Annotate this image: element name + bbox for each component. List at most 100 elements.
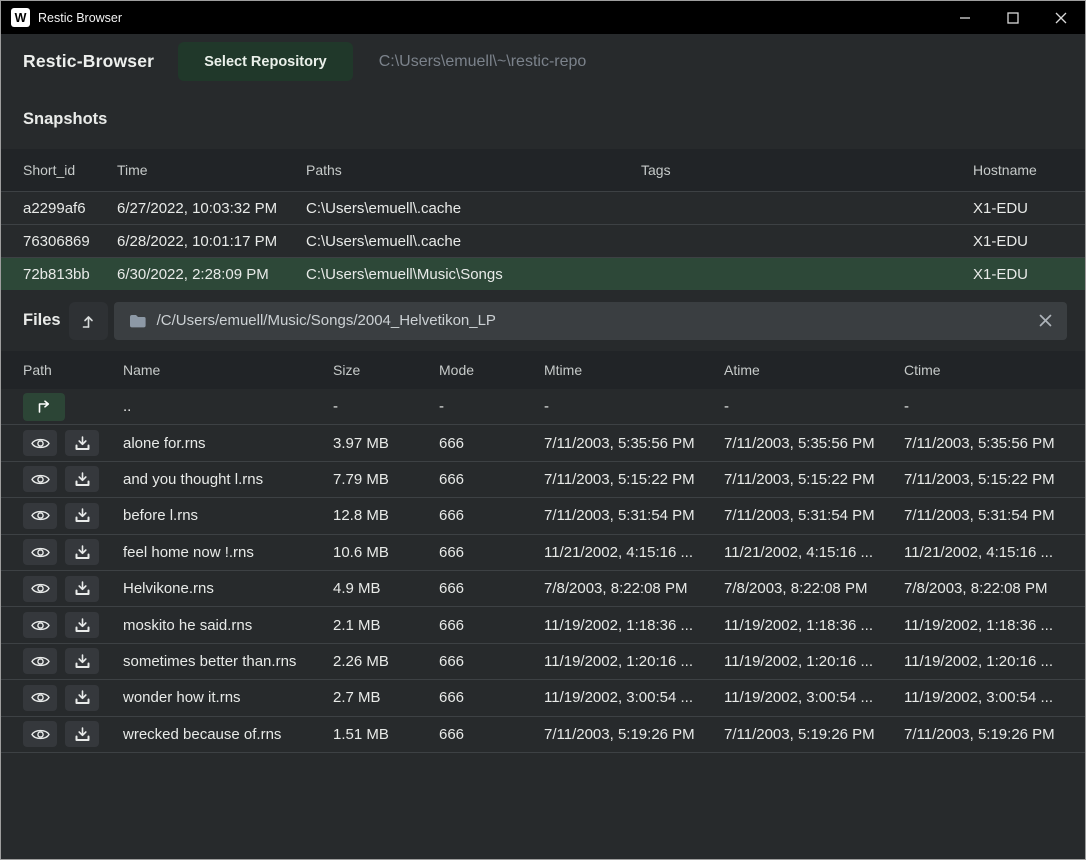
eye-icon [31,691,50,704]
maximize-button[interactable] [989,1,1037,34]
file-mode: 666 [439,726,544,743]
snapshot-row[interactable]: 76306869 6/28/2022, 10:01:17 PM C:\Users… [1,224,1085,257]
preview-button[interactable] [23,503,57,529]
eye-icon [31,546,50,559]
snapshot-row[interactable]: a2299af6 6/27/2022, 10:03:32 PM C:\Users… [1,191,1085,224]
file-mode: - [439,398,544,415]
snapshot-row-selected[interactable]: 72b813bb 6/30/2022, 2:28:09 PM C:\Users\… [1,257,1085,290]
app-logo-icon: W [11,8,30,27]
file-mode: 666 [439,689,544,706]
parent-dir-row[interactable]: .. - - - - - [1,389,1085,425]
current-path-value: /C/Users/emuell/Music/Songs/2004_Helveti… [157,312,496,329]
file-ctime: 11/19/2002, 3:00:54 ... [904,689,1067,706]
snapshot-short-id: 76306869 [23,233,117,250]
file-mtime: 7/11/2003, 5:31:54 PM [544,507,724,524]
download-button[interactable] [65,576,99,602]
file-mode: 666 [439,580,544,597]
column-header-atime: Atime [724,362,904,378]
folder-icon [129,314,146,328]
file-name: alone for.rns [123,435,333,452]
file-name: sometimes better than.rns [123,653,333,670]
download-button[interactable] [65,430,99,456]
file-size: 2.26 MB [333,653,439,670]
minimize-button[interactable] [941,1,989,34]
file-size: 2.1 MB [333,617,439,634]
preview-button[interactable] [23,721,57,747]
file-ctime: - [904,398,1067,415]
table-row[interactable]: feel home now !.rns 10.6 MB 666 11/21/20… [1,535,1085,571]
parent-dir-actions [23,393,123,421]
preview-button[interactable] [23,648,57,674]
preview-button[interactable] [23,466,57,492]
download-icon [75,545,90,560]
eye-icon [31,728,50,741]
table-row[interactable]: Helvikone.rns 4.9 MB 666 7/8/2003, 8:22:… [1,571,1085,607]
file-actions [23,648,123,674]
snapshot-hostname: X1-EDU [973,233,1067,250]
current-path-input[interactable]: /C/Users/emuell/Music/Songs/2004_Helveti… [114,302,1067,340]
table-row[interactable]: before l.rns 12.8 MB 666 7/11/2003, 5:31… [1,498,1085,534]
up-right-arrow-icon [34,399,54,415]
file-name: wrecked because of.rns [123,726,333,743]
file-actions [23,430,123,456]
download-button[interactable] [65,685,99,711]
table-row[interactable]: alone for.rns 3.97 MB 666 7/11/2003, 5:3… [1,425,1085,461]
eye-icon [31,473,50,486]
file-ctime: 7/11/2003, 5:15:22 PM [904,471,1067,488]
file-mtime: 11/21/2002, 4:15:16 ... [544,544,724,561]
toolbar: Restic-Browser Select Repository C:\User… [1,34,1085,89]
preview-button[interactable] [23,430,57,456]
file-name: wonder how it.rns [123,689,333,706]
table-row[interactable]: sometimes better than.rns 2.26 MB 666 11… [1,644,1085,680]
download-button[interactable] [65,648,99,674]
table-row[interactable]: moskito he said.rns 2.1 MB 666 11/19/200… [1,607,1085,643]
file-size: 12.8 MB [333,507,439,524]
file-actions [23,612,123,638]
level-up-button[interactable] [69,302,108,340]
file-ctime: 7/11/2003, 5:31:54 PM [904,507,1067,524]
snapshot-paths: C:\Users\emuell\.cache [306,233,641,250]
column-header-mtime: Mtime [544,362,724,378]
close-button[interactable] [1037,1,1085,34]
download-icon [75,690,90,705]
file-size: 4.9 MB [333,580,439,597]
download-button[interactable] [65,721,99,747]
column-header-ctime: Ctime [904,362,1067,378]
download-button[interactable] [65,466,99,492]
file-ctime: 11/19/2002, 1:20:16 ... [904,653,1067,670]
select-repository-button[interactable]: Select Repository [178,42,353,81]
snapshots-heading: Snapshots [1,89,1085,149]
table-row[interactable]: wrecked because of.rns 1.51 MB 666 7/11/… [1,717,1085,753]
file-name: .. [123,398,333,415]
window-controls [941,1,1085,34]
file-size: - [333,398,439,415]
file-atime: - [724,398,904,415]
file-atime: 7/11/2003, 5:35:56 PM [724,435,904,452]
file-size: 2.7 MB [333,689,439,706]
file-name: and you thought l.rns [123,471,333,488]
preview-button[interactable] [23,539,57,565]
snapshot-time: 6/28/2022, 10:01:17 PM [117,233,306,250]
file-actions [23,721,123,747]
close-icon [1055,12,1067,24]
download-button[interactable] [65,612,99,638]
table-row[interactable]: wonder how it.rns 2.7 MB 666 11/19/2002,… [1,680,1085,716]
window-title: Restic Browser [38,11,122,25]
column-header-name: Name [123,362,333,378]
column-header-time: Time [117,162,306,178]
preview-button[interactable] [23,612,57,638]
go-up-button[interactable] [23,393,65,421]
preview-button[interactable] [23,576,57,602]
table-row[interactable]: and you thought l.rns 7.79 MB 666 7/11/2… [1,462,1085,498]
download-button[interactable] [65,503,99,529]
preview-button[interactable] [23,685,57,711]
titlebar: W Restic Browser [1,1,1085,34]
column-header-tags: Tags [641,162,973,178]
file-actions [23,539,123,565]
download-button[interactable] [65,539,99,565]
clear-path-button[interactable] [1039,314,1052,327]
download-icon [75,727,90,742]
eye-icon [31,655,50,668]
file-mtime: - [544,398,724,415]
file-ctime: 7/11/2003, 5:35:56 PM [904,435,1067,452]
